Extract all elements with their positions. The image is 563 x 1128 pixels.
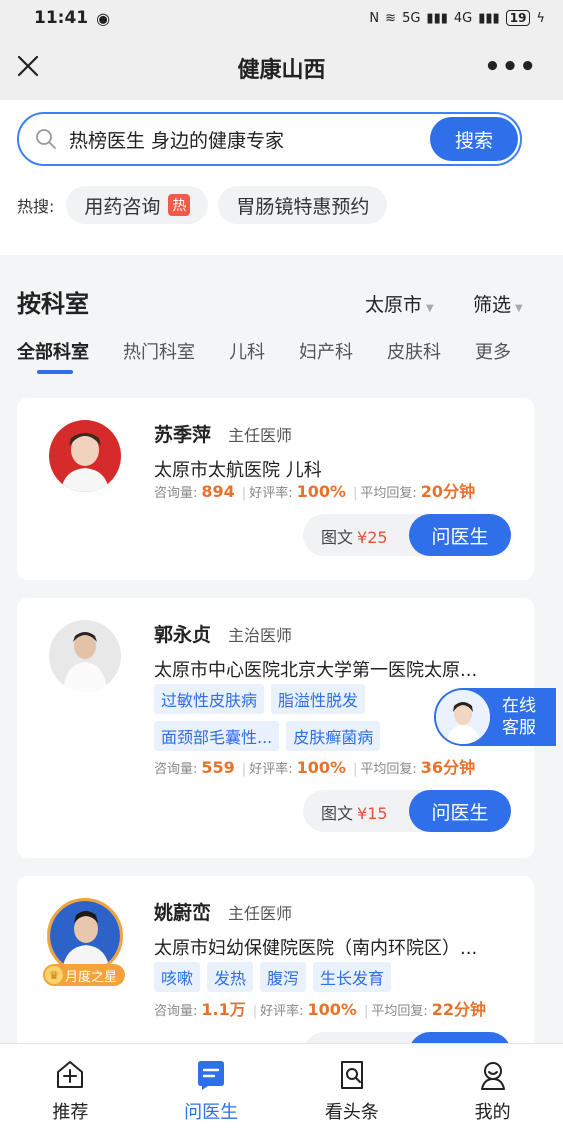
search-area: 热榜医生 身边的健康专家 搜索 热搜: 用药咨询 热 胃肠镜特惠预约 xyxy=(0,100,563,255)
hot-chip-medication[interactable]: 用药咨询 热 xyxy=(66,186,209,224)
filter-select[interactable]: 筛选 ▼ xyxy=(473,290,523,317)
status-icons: N ≋ 5G ▮▮▮ 4G ▮▮▮ 19 ϟ xyxy=(369,10,545,26)
tab-pediatrics[interactable]: 儿科 xyxy=(229,338,265,378)
specialty-tag[interactable]: 生长发育 xyxy=(313,962,392,992)
hot-chip-gastroscopy[interactable]: 胃肠镜特惠预约 xyxy=(218,186,388,224)
department-header: 按科室 太原市 ▼ 筛选 ▼ xyxy=(17,284,537,324)
doctor-avatar xyxy=(49,420,121,492)
eye-icon: ◉ xyxy=(96,8,111,28)
search-placeholder: 热榜医生 身边的健康专家 xyxy=(69,129,285,152)
specialty-tag[interactable]: 脂溢性脱发 xyxy=(271,684,366,714)
service-label: 在线 客服 xyxy=(502,696,536,738)
search-icon xyxy=(36,129,56,149)
doctor-stats: 咨询量: 1.1万 | 好评率: 100% | 平均回复: 22分钟 xyxy=(154,1000,487,1019)
nfc-icon: N xyxy=(369,10,380,26)
battery-level: 19 xyxy=(505,10,531,26)
month-star-badge: ♛ 月度之星 xyxy=(43,964,126,986)
signal-icon: ▮▮▮ xyxy=(478,10,500,26)
close-icon[interactable] xyxy=(16,54,40,78)
doctor-avatar xyxy=(47,898,123,974)
consult-group: 图文 ¥25 问医生 xyxy=(303,514,511,556)
city-select[interactable]: 太原市 ▼ xyxy=(365,290,434,317)
doctor-stats: 咨询量: 559 | 好评率: 100% | 平均回复: 36分钟 xyxy=(154,758,476,777)
bottom-nav: 推荐 问医生 看头条 我的 xyxy=(0,1043,563,1128)
tab-obstetrics[interactable]: 妇产科 xyxy=(299,338,353,378)
hot-search-label: 热搜: xyxy=(17,197,55,216)
specialty-tag[interactable]: 面颈部毛囊性... xyxy=(154,721,280,751)
doctor-avatar xyxy=(49,620,121,692)
more-icon[interactable]: ••• xyxy=(484,52,537,82)
signal-4g-label: 4G xyxy=(453,10,473,26)
ask-doctor-button[interactable]: 问医生 xyxy=(409,514,511,556)
nav-label: 看头条 xyxy=(324,1102,379,1123)
ask-doctor-button[interactable]: 问医生 xyxy=(409,790,511,832)
nav-recommend[interactable]: 推荐 xyxy=(0,1044,141,1128)
nav-mine[interactable]: 我的 xyxy=(422,1044,563,1128)
specialty-tag[interactable]: 过敏性皮肤病 xyxy=(154,684,265,714)
tab-all[interactable]: 全部科室 xyxy=(17,338,89,378)
nav-label: 我的 xyxy=(474,1102,511,1123)
hot-chip-label: 用药咨询 xyxy=(84,195,161,218)
doctor-stats: 咨询量: 894 | 好评率: 100% | 平均回复: 20分钟 xyxy=(154,482,476,501)
doctor-name: 苏季萍 xyxy=(154,424,212,446)
tab-more[interactable]: 更多 xyxy=(475,338,511,378)
consult-group: 图文 ¥15 问医生 xyxy=(303,790,511,832)
nav-ask-doctor[interactable]: 问医生 xyxy=(141,1044,282,1128)
chat-doc-icon xyxy=(198,1061,225,1090)
department-title: 按科室 xyxy=(17,290,89,318)
doctor-name: 姚蔚峦 xyxy=(154,902,212,924)
page-title: 健康山西 xyxy=(237,58,326,83)
caret-down-icon: ▼ xyxy=(515,303,523,314)
doctor-name: 郭永贞 xyxy=(154,624,212,646)
hot-search-row: 热搜: 用药咨询 热 胃肠镜特惠预约 xyxy=(17,186,388,224)
specialty-tag[interactable]: 皮肤癣菌病 xyxy=(286,721,381,751)
search-input[interactable]: 热榜医生 身边的健康专家 搜索 xyxy=(17,112,522,166)
plus-home-icon xyxy=(57,1061,84,1088)
signal-icon: ▮▮▮ xyxy=(426,10,448,26)
hot-chip-label: 胃肠镜特惠预约 xyxy=(236,195,370,218)
online-service-button[interactable]: 在线 客服 xyxy=(434,688,556,746)
price-label: 图文 ¥15 xyxy=(321,804,388,823)
tab-hot[interactable]: 热门科室 xyxy=(123,338,195,378)
trophy-icon: ♛ xyxy=(45,966,63,984)
nav-label: 推荐 xyxy=(52,1102,89,1123)
doctor-hospital: 太原市妇幼保健院医院（南内环院区）... xyxy=(154,938,478,959)
service-avatar xyxy=(436,690,490,744)
doctor-hospital: 太原市中心医院北京大学第一医院太原... xyxy=(154,660,478,681)
signal-5g-label: 5G xyxy=(402,10,421,26)
wifi-icon: ≋ xyxy=(385,10,397,26)
doctor-title: 主治医师 xyxy=(228,626,293,645)
specialty-tag[interactable]: 腹泻 xyxy=(260,962,307,992)
user-icon xyxy=(480,1062,505,1090)
charging-icon: ϟ xyxy=(536,10,545,26)
doctor-card[interactable]: 苏季萍 主任医师 太原市太航医院 儿科 咨询量: 894 | 好评率: 100% | 平均回… xyxy=(17,398,534,580)
nav-bar: 健康山西 ••• xyxy=(0,36,563,100)
specialty-tag[interactable]: 发热 xyxy=(207,962,254,992)
search-button[interactable]: 搜索 xyxy=(430,117,518,161)
department-tabs: 全部科室 热门科室 儿科 妇产科 皮肤科 更多 xyxy=(17,338,557,378)
price-label: 图文 ¥25 xyxy=(321,528,388,547)
tab-dermatology[interactable]: 皮肤科 xyxy=(387,338,441,378)
doctor-tags: 咳嗽 发热 腹泻 生长发育 xyxy=(154,962,484,992)
news-search-icon xyxy=(340,1061,363,1089)
hot-badge: 热 xyxy=(168,194,191,216)
doctor-title: 主任医师 xyxy=(228,904,293,923)
doctor-title: 主任医师 xyxy=(228,426,293,445)
nav-label: 问医生 xyxy=(184,1102,239,1123)
nav-headlines[interactable]: 看头条 xyxy=(282,1044,423,1128)
caret-down-icon: ▼ xyxy=(426,303,434,314)
specialty-tag[interactable]: 咳嗽 xyxy=(154,962,201,992)
status-bar: 11:41 ◉ N ≋ 5G ▮▮▮ 4G ▮▮▮ 19 ϟ xyxy=(0,0,563,36)
status-time: 11:41 xyxy=(34,8,89,28)
